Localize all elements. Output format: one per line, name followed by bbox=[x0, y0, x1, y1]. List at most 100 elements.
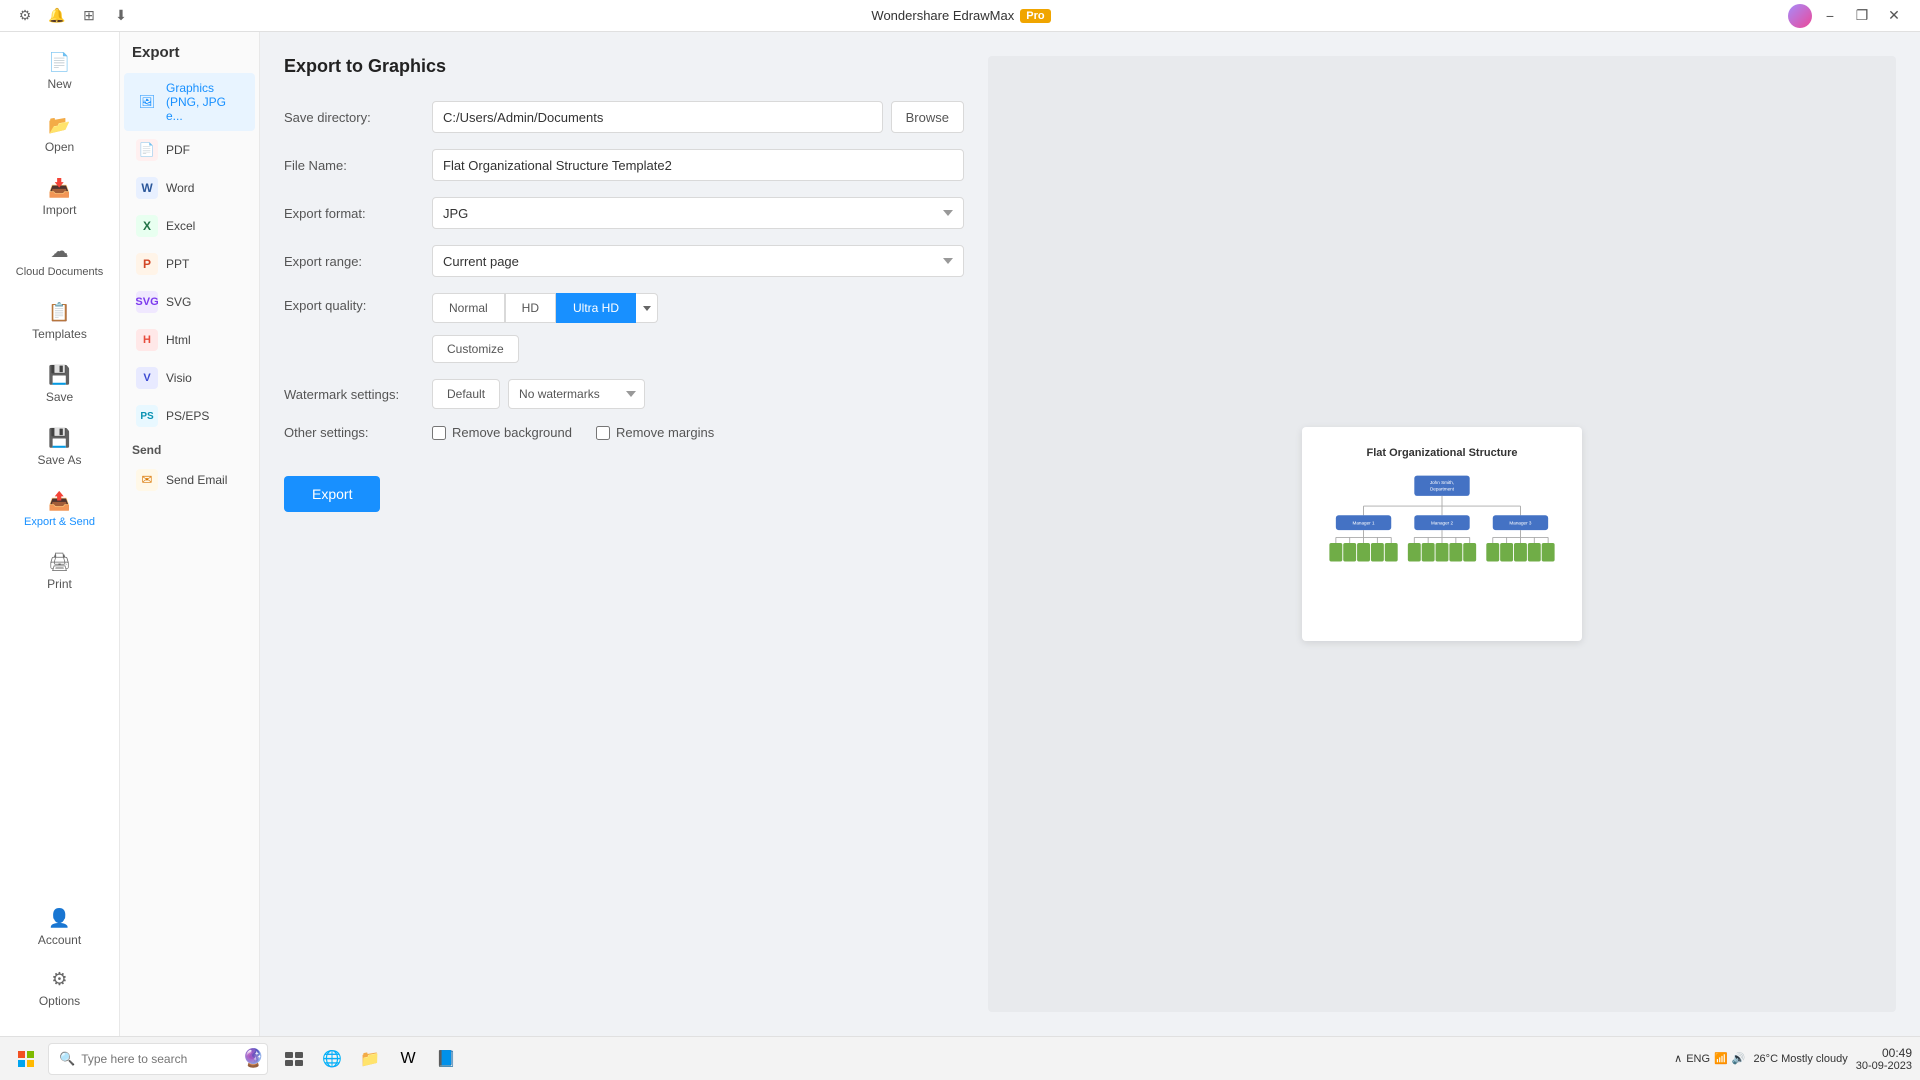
save-directory-input[interactable] bbox=[432, 101, 883, 133]
grid-icon[interactable]: ⊞ bbox=[76, 3, 102, 29]
wifi-icon: 📶 bbox=[1714, 1052, 1728, 1065]
sidebar-item-label-cloud: Cloud Documents bbox=[16, 266, 103, 278]
chevron-up-icon[interactable]: ∧ bbox=[1674, 1052, 1682, 1065]
close-button[interactable]: ✕ bbox=[1880, 2, 1908, 30]
sidebar-item-label-export: Export & Send bbox=[24, 516, 95, 528]
taskbar-app-word[interactable]: W bbox=[390, 1041, 426, 1077]
export-format-visio-label: Visio bbox=[166, 371, 192, 385]
save-directory-row: Save directory: Browse bbox=[284, 101, 964, 133]
quality-normal-button[interactable]: Normal bbox=[432, 293, 505, 323]
taskbar-app-taskview[interactable] bbox=[276, 1041, 312, 1077]
watermark-select[interactable]: No watermarks Custom watermark bbox=[508, 379, 645, 409]
sidebar-item-label-new: New bbox=[47, 77, 71, 91]
remove-margins-checkbox[interactable] bbox=[596, 426, 610, 440]
taskbar-app-edge[interactable]: 🌐 bbox=[314, 1041, 350, 1077]
sidebar-item-cloud[interactable]: ☁ Cloud Documents bbox=[6, 231, 113, 288]
org-chart-svg: John Smith, Department Manager 1 bbox=[1322, 471, 1562, 619]
export-button[interactable]: Export bbox=[284, 476, 380, 512]
saveas-icon: 💾 bbox=[48, 428, 70, 449]
restore-button[interactable]: ❐ bbox=[1848, 2, 1876, 30]
export-format-select[interactable]: JPG PNG BMP GIF TIFF bbox=[432, 197, 964, 229]
watermark-default-button[interactable]: Default bbox=[432, 379, 500, 409]
export-quality-label: Export quality: bbox=[284, 293, 424, 313]
watermark-row: Watermark settings: Default No watermark… bbox=[284, 379, 964, 409]
export-format-visio[interactable]: V Visio bbox=[124, 359, 255, 397]
export-form: Export to Graphics Save directory: Brows… bbox=[284, 56, 964, 1012]
customize-button[interactable]: Customize bbox=[432, 335, 519, 363]
export-range-label: Export range: bbox=[284, 254, 424, 269]
export-format-excel-label: Excel bbox=[166, 219, 195, 233]
other-settings-row: Other settings: Remove background Remove… bbox=[284, 425, 964, 440]
taskbar-time: 00:49 bbox=[1856, 1046, 1912, 1060]
minimize-button[interactable]: − bbox=[1816, 2, 1844, 30]
download-icon[interactable]: ⬇ bbox=[108, 3, 134, 29]
export-format-eps[interactable]: PS PS/EPS bbox=[124, 397, 255, 435]
remove-margins-label[interactable]: Remove margins bbox=[596, 425, 714, 440]
word-icon: W bbox=[136, 177, 158, 199]
sidebar-item-export[interactable]: 📤 Export & Send bbox=[6, 481, 113, 538]
start-button[interactable] bbox=[8, 1041, 44, 1077]
sidebar-item-templates[interactable]: 📋 Templates bbox=[6, 292, 113, 351]
quality-ultra-button[interactable]: Ultra HD bbox=[556, 293, 636, 323]
titlebar-title: Wondershare EdrawMax Pro bbox=[871, 8, 1050, 23]
sidebar-item-save[interactable]: 💾 Save bbox=[6, 355, 113, 414]
avatar[interactable] bbox=[1788, 4, 1812, 28]
templates-icon: 📋 bbox=[48, 302, 70, 323]
sidebar-item-saveas[interactable]: 💾 Save As bbox=[6, 418, 113, 477]
preview-chart-title: Flat Organizational Structure bbox=[1322, 447, 1562, 459]
quality-more-button[interactable] bbox=[636, 293, 658, 323]
browse-button[interactable]: Browse bbox=[891, 101, 964, 133]
export-format-html[interactable]: H Html bbox=[124, 321, 255, 359]
export-range-select[interactable]: Current page All pages Selected pages bbox=[432, 245, 964, 277]
export-format-word[interactable]: W Word bbox=[124, 169, 255, 207]
file-name-label: File Name: bbox=[284, 158, 424, 173]
svg-icon: SVG bbox=[136, 291, 158, 313]
export-format-row: Export format: JPG PNG BMP GIF TIFF bbox=[284, 197, 964, 229]
graphics-icon: 🖼 bbox=[136, 91, 158, 113]
export-format-excel[interactable]: X Excel bbox=[124, 207, 255, 245]
quality-hd-button[interactable]: HD bbox=[505, 293, 556, 323]
save-icon: 💾 bbox=[48, 365, 70, 386]
taskbar-app-explorer[interactable]: 📁 bbox=[352, 1041, 388, 1077]
volume-icon: 🔊 bbox=[1732, 1052, 1746, 1065]
file-name-input[interactable] bbox=[432, 149, 964, 181]
remove-background-checkbox[interactable] bbox=[432, 426, 446, 440]
taskbar-search-box[interactable]: 🔍 🔮 bbox=[48, 1043, 268, 1075]
watermark-label: Watermark settings: bbox=[284, 387, 424, 402]
sidebar-item-label-print: Print bbox=[47, 577, 72, 591]
ppt-icon: P bbox=[136, 253, 158, 275]
taskbar-date: 30-09-2023 bbox=[1856, 1060, 1912, 1072]
sidebar-item-account[interactable]: 👤 Account bbox=[6, 898, 113, 957]
sidebar-item-label-import: Import bbox=[42, 203, 76, 217]
sidebar-item-print[interactable]: 🖨 Print bbox=[6, 542, 113, 601]
taskbar-search-input[interactable] bbox=[81, 1052, 236, 1066]
taskbar-clock[interactable]: 00:49 30-09-2023 bbox=[1856, 1046, 1912, 1072]
export-format-pdf[interactable]: 📄 PDF bbox=[124, 131, 255, 169]
export-format-svg[interactable]: SVG SVG bbox=[124, 283, 255, 321]
notification-icon[interactable]: 🔔 bbox=[44, 3, 70, 29]
sidebar-item-new[interactable]: 📄 New bbox=[6, 42, 113, 101]
export-sidebar: Export 🖼 Graphics (PNG, JPG e... 📄 PDF W… bbox=[120, 32, 260, 1036]
account-icon: 👤 bbox=[48, 908, 70, 929]
sidebar-item-open[interactable]: 📂 Open bbox=[6, 105, 113, 164]
remove-background-label[interactable]: Remove background bbox=[432, 425, 572, 440]
svg-text:Manager 1: Manager 1 bbox=[1353, 520, 1375, 525]
send-email-item[interactable]: ✉ Send Email bbox=[124, 461, 255, 499]
remove-background-text: Remove background bbox=[452, 425, 572, 440]
preview-area: Flat Organizational Structure John Smith… bbox=[988, 56, 1896, 1012]
language-icon: ENG bbox=[1686, 1053, 1710, 1065]
svg-text:Department: Department bbox=[1430, 486, 1455, 491]
save-directory-label: Save directory: bbox=[284, 110, 424, 125]
taskbar-app-extra[interactable]: 📘 bbox=[428, 1041, 464, 1077]
export-format-ppt[interactable]: P PPT bbox=[124, 245, 255, 283]
quality-group: Normal HD Ultra HD bbox=[432, 293, 658, 323]
remove-margins-text: Remove margins bbox=[616, 425, 714, 440]
sidebar-item-label-open: Open bbox=[45, 140, 74, 154]
settings-icon[interactable]: ⚙ bbox=[12, 3, 38, 29]
sidebar-item-label-templates: Templates bbox=[32, 327, 87, 341]
pdf-icon: 📄 bbox=[136, 139, 158, 161]
sidebar-item-import[interactable]: 📥 Import bbox=[6, 168, 113, 227]
sidebar-item-options[interactable]: ⚙ Options bbox=[6, 959, 113, 1018]
export-format-graphics[interactable]: 🖼 Graphics (PNG, JPG e... bbox=[124, 73, 255, 131]
print-icon: 🖨 bbox=[48, 552, 71, 573]
